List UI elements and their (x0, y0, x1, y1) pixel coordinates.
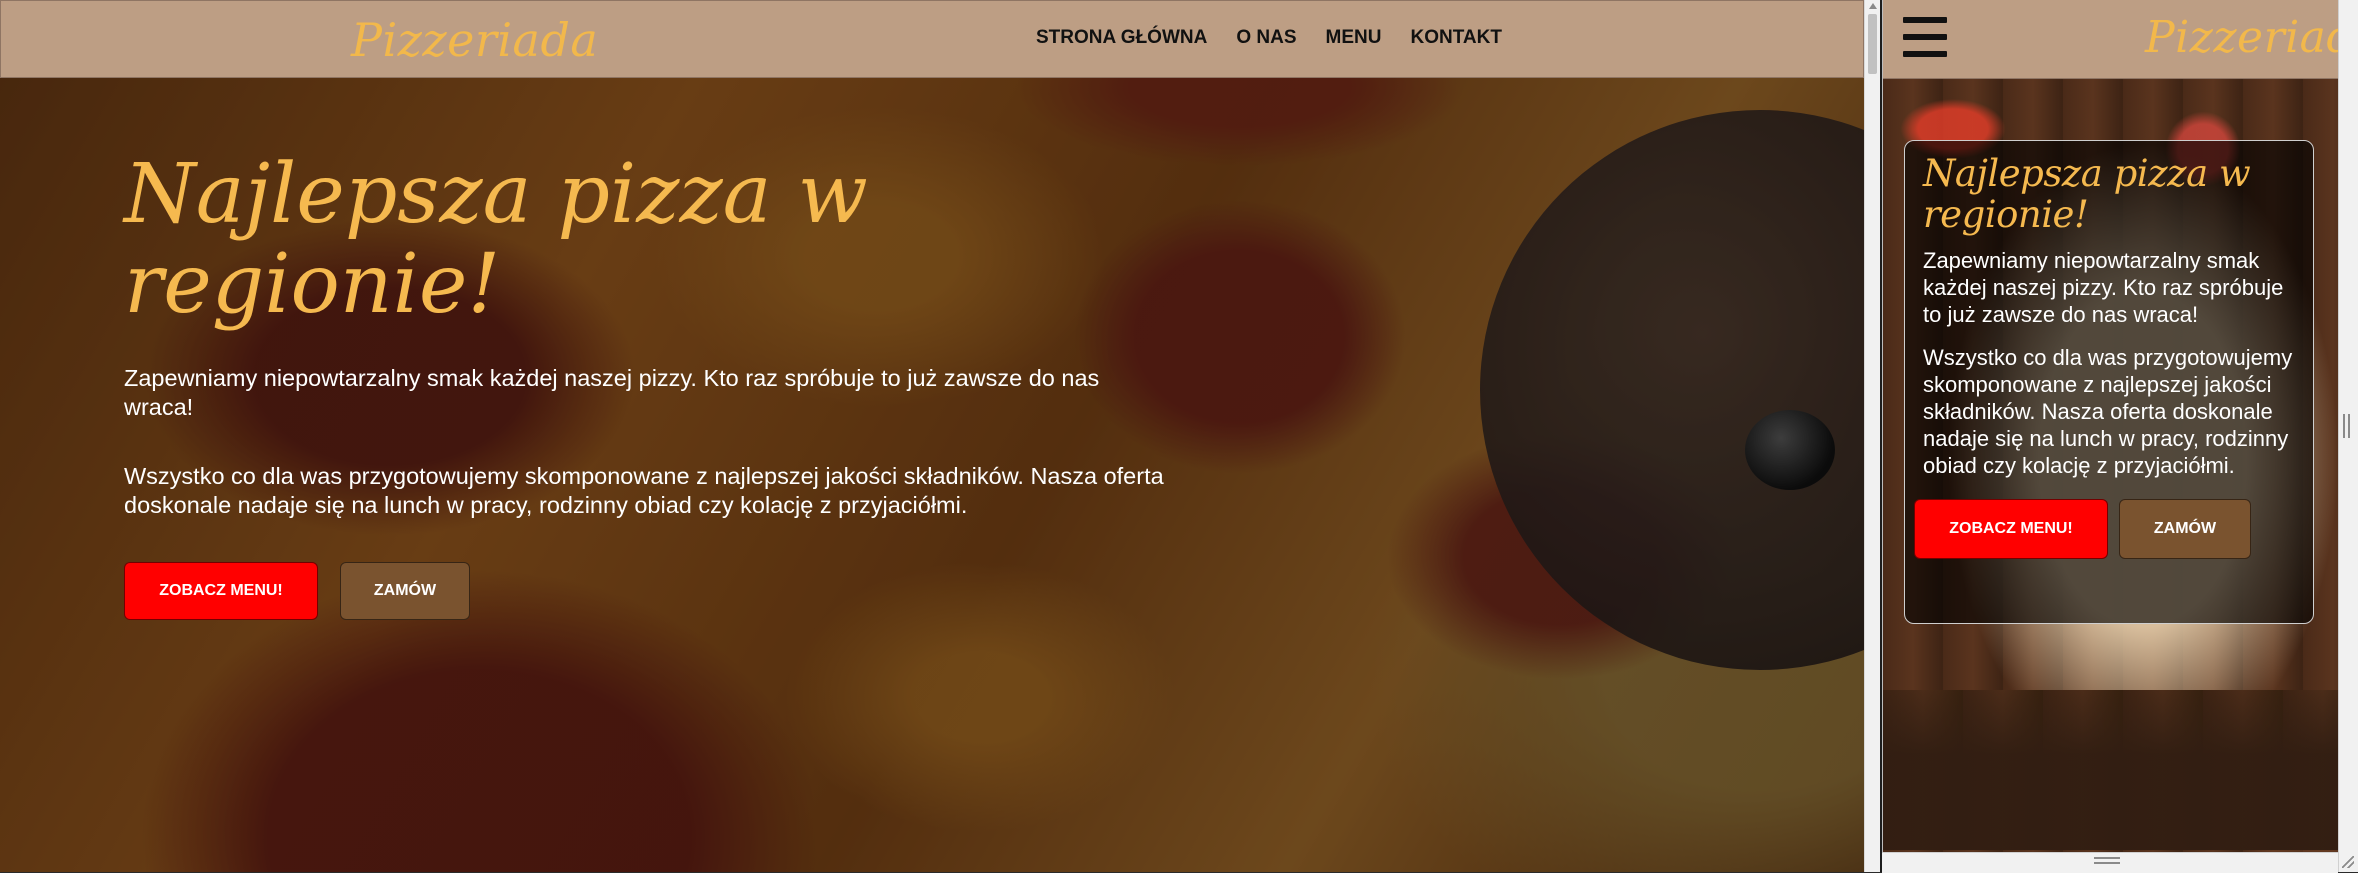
top-navbar: Pizzeriada STRONA GŁÓWNA O NAS MENU KONT… (0, 0, 1864, 78)
mobile-viewport: Pizzeriada Najlepsza pizza w regionie! Z… (1882, 0, 2340, 872)
hero-title: Najlepsza pizza w regionie! (124, 147, 868, 333)
hamburger-menu-icon[interactable] (1903, 17, 1947, 57)
resize-grip-vertical-icon[interactable] (2343, 414, 2350, 438)
mobile-hero-paragraph-1: Zapewniamy niepowtarzalny smak każdej na… (1923, 248, 2284, 328)
resize-corner-icon[interactable] (2342, 856, 2354, 868)
mobile-hero-paragraph-2: Wszystko co dla was przygotowujemy skomp… (1923, 345, 2293, 479)
scrollbar-thumb[interactable] (1868, 14, 1877, 74)
order-button[interactable]: ZAMÓW (340, 562, 470, 621)
hero-section: Najlepsza pizza w regionie! Zapewniamy n… (124, 147, 1174, 621)
desktop-scrollbar[interactable] (1864, 0, 1880, 872)
scroll-up-arrow-icon[interactable] (1869, 3, 1877, 9)
mobile-site-logo[interactable]: Pizzeriada (2145, 12, 2339, 63)
mobile-order-button[interactable]: ZAMÓW (2119, 499, 2251, 560)
mobile-hero-title: Najlepsza pizza w regionie! (1923, 152, 2251, 236)
hero-buttons: ZOBACZ MENU! ZAMÓW (124, 562, 1174, 621)
nav-link-contact[interactable]: KONTAKT (1410, 27, 1501, 49)
mobile-hero-card: Najlepsza pizza w regionie! Zapewniamy n… (1904, 140, 2314, 624)
wood-table-image (1883, 690, 2339, 850)
mobile-see-menu-button[interactable]: ZOBACZ MENU! (1914, 499, 2108, 560)
site-logo[interactable]: Pizzeriada (351, 13, 598, 67)
mobile-navbar: Pizzeriada (1883, 0, 2339, 79)
hero-paragraph-1: Zapewniamy niepowtarzalny smak każdej na… (124, 365, 1100, 421)
nav-link-home[interactable]: STRONA GŁÓWNA (1036, 27, 1207, 49)
hero-paragraph-2: Wszystko co dla was przygotowujemy skomp… (124, 463, 1164, 519)
desktop-viewport: Pizzeriada STRONA GŁÓWNA O NAS MENU KONT… (0, 0, 1864, 872)
resize-grip-horizontal-icon[interactable] (2094, 857, 2120, 864)
nav-link-menu[interactable]: MENU (1326, 27, 1382, 49)
see-menu-button[interactable]: ZOBACZ MENU! (124, 562, 318, 621)
mobile-hero-buttons: ZOBACZ MENU! ZAMÓW (1914, 499, 2295, 560)
nav-link-about[interactable]: O NAS (1236, 27, 1296, 49)
main-nav: STRONA GŁÓWNA O NAS MENU KONTAKT (1036, 27, 1502, 49)
